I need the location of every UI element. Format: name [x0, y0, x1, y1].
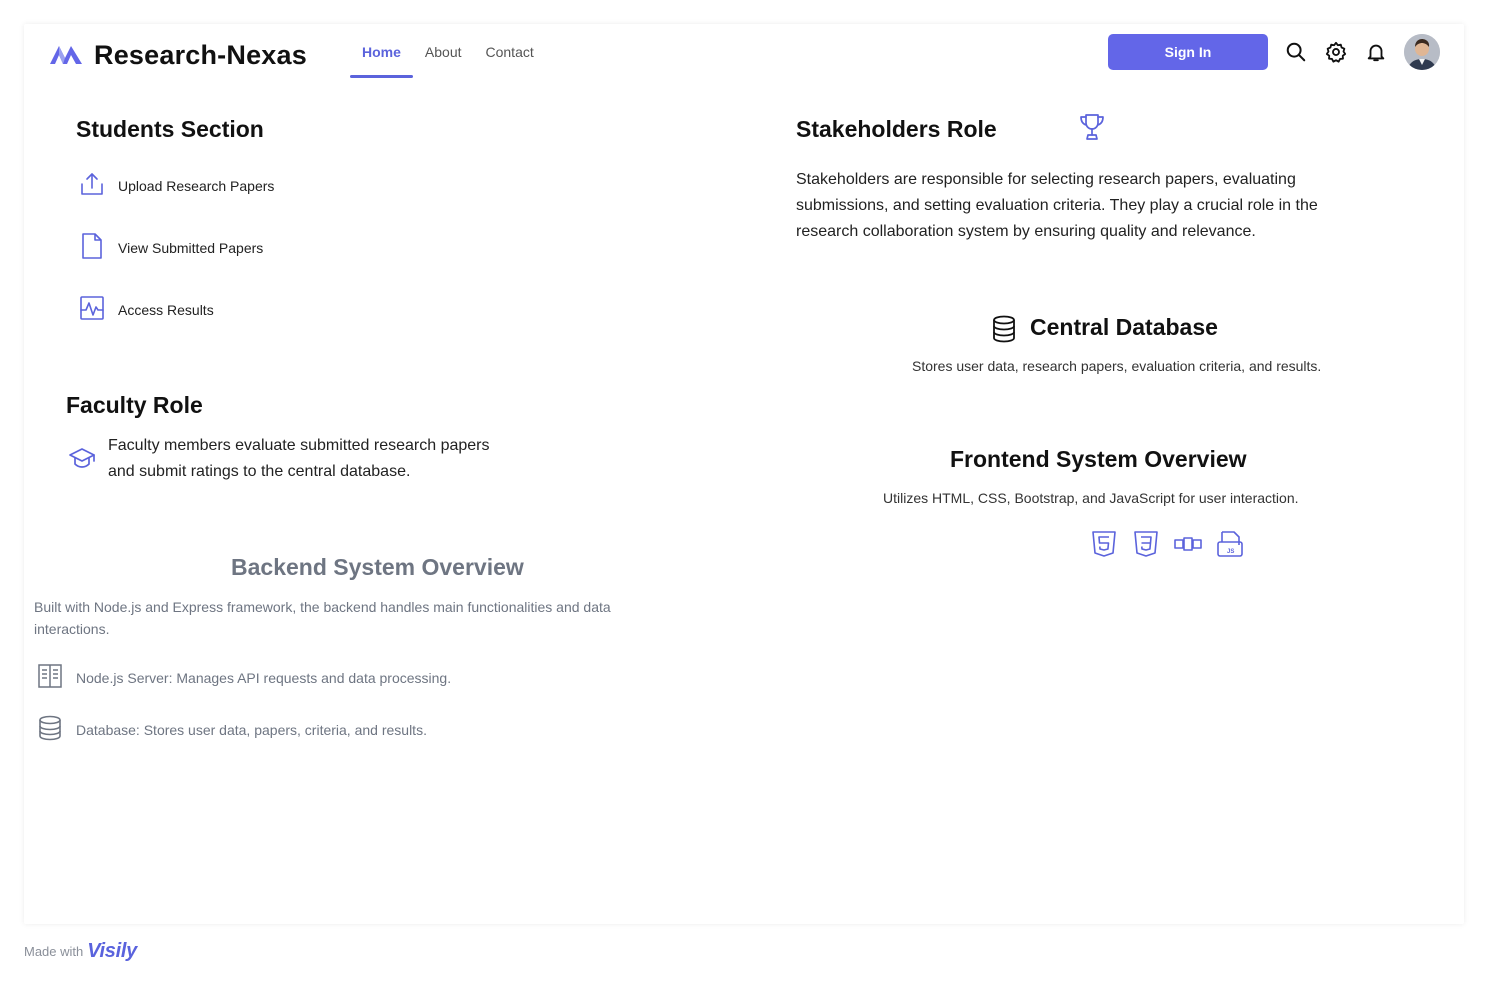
bootstrap-icon — [1174, 530, 1202, 558]
access-results-label: Access Results — [118, 301, 214, 318]
nav-contact[interactable]: Contact — [474, 34, 546, 78]
nav-about[interactable]: About — [413, 34, 474, 78]
search-icon[interactable] — [1284, 40, 1308, 64]
svg-text:JS: JS — [1227, 549, 1234, 555]
faculty-role-text: Faculty members evaluate submitted resea… — [108, 437, 490, 480]
upload-papers-link[interactable]: Upload Research Papers — [78, 170, 274, 201]
backend-item-database-label: Database: Stores user data, papers, crit… — [76, 721, 427, 738]
backend-item-server-label: Node.js Server: Manages API requests and… — [76, 669, 452, 686]
settings-icon[interactable] — [1324, 40, 1348, 64]
sign-in-button[interactable]: Sign In — [1108, 34, 1268, 70]
logo-icon — [50, 42, 82, 69]
backend-item-server: Node.js Server: Manages API requests and… — [36, 662, 451, 693]
server-icon — [36, 662, 64, 693]
activity-icon — [78, 294, 106, 325]
view-papers-link[interactable]: View Submitted Papers — [78, 232, 263, 263]
backend-item-database: Database: Stores user data, papers, crit… — [36, 714, 427, 745]
stakeholders-role-title: Stakeholders Role — [796, 116, 997, 142]
students-section-title: Students Section — [76, 116, 264, 142]
stakeholders-role-text: Stakeholders are responsible for selecti… — [796, 171, 1318, 240]
graduation-cap-icon — [68, 446, 96, 477]
backend-overview-title: Backend System Overview — [231, 554, 524, 580]
nav-home[interactable]: Home — [350, 34, 413, 78]
faculty-role-title: Faculty Role — [66, 392, 203, 418]
view-papers-label: View Submitted Papers — [118, 239, 264, 256]
access-results-link[interactable]: Access Results — [78, 294, 214, 325]
file-icon — [78, 232, 106, 263]
central-database-icon — [990, 314, 1018, 349]
brand-name: Research-Nexas — [94, 40, 307, 70]
html5-icon — [1090, 530, 1118, 558]
frontend-overview-text: Utilizes HTML, CSS, Bootstrap, and JavaS… — [883, 490, 1299, 506]
frontend-overview-title: Frontend System Overview — [950, 446, 1247, 472]
database-icon — [36, 714, 64, 745]
avatar[interactable] — [1404, 34, 1440, 70]
backend-overview-text: Built with Node.js and Express framework… — [34, 599, 611, 637]
logo[interactable]: Research-Nexas — [50, 40, 307, 71]
upload-papers-label: Upload Research Papers — [118, 177, 275, 194]
main-nav: Home About Contact — [350, 34, 546, 78]
main-card: Research-Nexas Home About Contact Sign I… — [24, 24, 1464, 924]
made-with-label: Made with — [24, 944, 84, 959]
upload-icon — [78, 170, 106, 201]
visily-logo[interactable]: Visily — [87, 940, 137, 963]
central-database-title: Central Database — [1030, 314, 1218, 340]
css3-icon — [1132, 530, 1160, 558]
javascript-icon: JS — [1216, 530, 1244, 558]
bell-icon[interactable] — [1364, 40, 1388, 64]
central-database-text: Stores user data, research papers, evalu… — [912, 358, 1322, 374]
footer: Made with Visily — [24, 940, 137, 963]
trophy-icon — [1078, 112, 1106, 147]
